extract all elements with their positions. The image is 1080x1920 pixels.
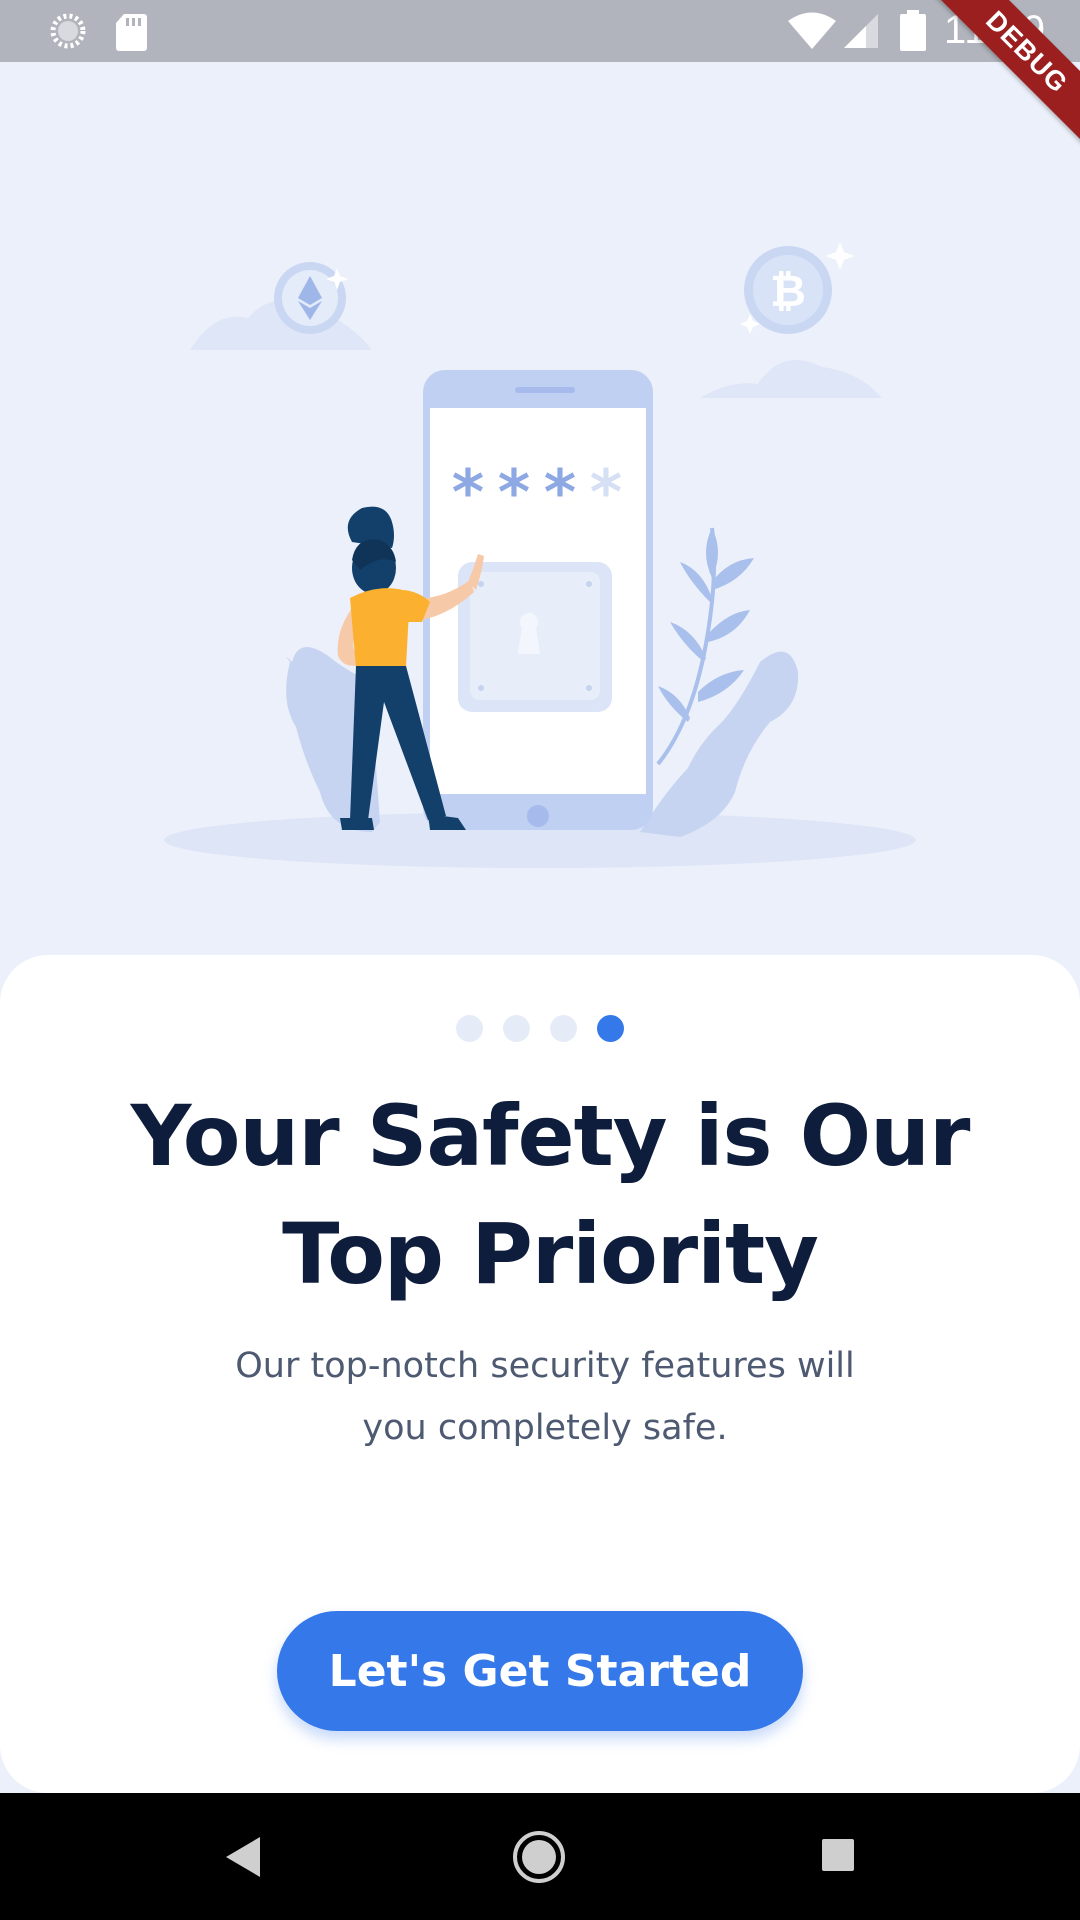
onboarding-illustration: ₿ * * * * bbox=[164, 242, 916, 868]
loading-icon bbox=[50, 13, 86, 49]
cloud-right bbox=[700, 359, 882, 398]
page-dot[interactable] bbox=[550, 1015, 577, 1042]
status-bar: 11:19 bbox=[0, 0, 1080, 62]
sd-card-icon bbox=[116, 14, 147, 51]
recents-icon[interactable] bbox=[820, 1837, 856, 1873]
password-char: * bbox=[452, 456, 484, 529]
wifi-icon bbox=[788, 12, 836, 49]
get-started-button[interactable]: Let's Get Started bbox=[277, 1611, 803, 1731]
onboarding-subtitle: Our top-notch security features will you… bbox=[235, 1346, 855, 1448]
svg-text:₿: ₿ bbox=[770, 266, 806, 317]
password-char: * bbox=[544, 456, 576, 529]
page-dot-active[interactable] bbox=[597, 1015, 624, 1042]
onboarding-card: Your Safety is Our Top Priority Our top-… bbox=[0, 955, 1080, 1793]
password-char: * bbox=[590, 456, 622, 529]
bitcoin-coin-icon: ₿ bbox=[740, 242, 854, 334]
page-dot[interactable] bbox=[503, 1015, 530, 1042]
page-indicator bbox=[0, 1015, 1080, 1042]
battery-icon bbox=[900, 10, 926, 51]
page-dot[interactable] bbox=[456, 1015, 483, 1042]
password-char: * bbox=[498, 456, 530, 529]
onboarding-title: Your Safety is Our Top Priority bbox=[130, 1087, 971, 1303]
home-icon[interactable] bbox=[512, 1830, 566, 1884]
back-icon[interactable] bbox=[222, 1833, 262, 1881]
system-nav-bar bbox=[0, 1793, 1080, 1920]
cell-signal-icon bbox=[844, 14, 878, 48]
